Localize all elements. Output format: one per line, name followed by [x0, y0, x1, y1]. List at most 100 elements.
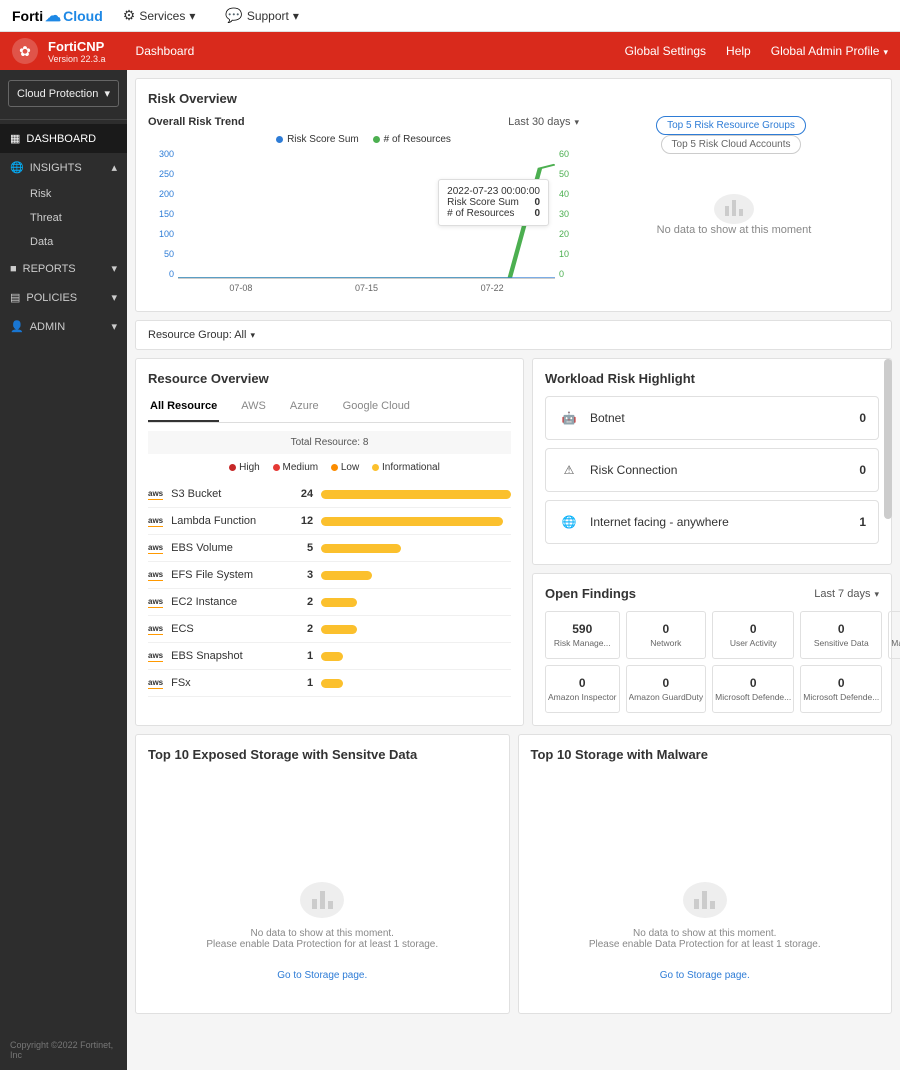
- breadcrumb[interactable]: Dashboard: [136, 44, 195, 58]
- finding-label: Amazon GuardDuty: [629, 692, 704, 702]
- workload-name: Risk Connection: [590, 463, 677, 477]
- nav-label: REPORTS: [23, 263, 76, 275]
- bars-icon: [300, 882, 344, 918]
- workload-item[interactable]: 🌐Internet facing - anywhere1: [545, 500, 879, 544]
- filter-label: Resource Group: All: [148, 329, 255, 341]
- finding-card[interactable]: 0Sensitive Data: [800, 611, 882, 659]
- finding-count: 0: [629, 676, 704, 690]
- finding-card[interactable]: 590Risk Manage...: [545, 611, 620, 659]
- finding-count: 0: [803, 622, 879, 636]
- global-settings-link[interactable]: Global Settings: [625, 44, 706, 58]
- top10-malware-title: Top 10 Storage with Malware: [531, 747, 880, 762]
- finding-card[interactable]: 0User Activity: [712, 611, 794, 659]
- finding-card[interactable]: 0Microsoft Defende...: [800, 665, 882, 713]
- resource-row[interactable]: awsEFS File System3: [148, 562, 511, 589]
- resource-count: 1: [289, 650, 313, 662]
- workload-name: Botnet: [590, 411, 625, 425]
- help-link[interactable]: Help: [726, 44, 751, 58]
- gear-icon: ⚙: [123, 7, 136, 24]
- nav-label: ADMIN: [30, 321, 65, 333]
- tooltip-time: 2022-07-23 00:00:00: [447, 186, 540, 197]
- workload-count: 0: [859, 411, 866, 425]
- resource-name: EFS File System: [171, 569, 281, 581]
- nav-insights-threat[interactable]: Threat: [0, 206, 127, 230]
- finding-count: 0: [629, 622, 704, 636]
- finding-count: 0: [715, 622, 791, 636]
- goto-storage-link[interactable]: Go to Storage page.: [531, 970, 880, 981]
- app-version: Version 22.3.a: [48, 54, 106, 64]
- goto-storage-link[interactable]: Go to Storage page.: [148, 970, 497, 981]
- top10-exposed-title: Top 10 Exposed Storage with Sensitve Dat…: [148, 747, 497, 762]
- resource-bar: [321, 571, 372, 580]
- resource-name: Lambda Function: [171, 515, 281, 527]
- services-menu[interactable]: ⚙Services▾: [123, 7, 196, 24]
- pill-top5-groups[interactable]: Top 5 Risk Resource Groups: [656, 116, 806, 135]
- open-findings-grid: 590Risk Manage...0Network0User Activity0…: [545, 611, 879, 713]
- trend-range-dropdown[interactable]: Last 30 days: [508, 116, 579, 128]
- resource-row[interactable]: awsS3 Bucket24: [148, 481, 511, 508]
- workload-panel: Workload Risk Highlight 🤖Botnet0⚠Risk Co…: [532, 358, 892, 565]
- profile-menu[interactable]: Global Admin Profile: [771, 44, 888, 58]
- finding-count: 0: [803, 676, 879, 690]
- finding-count: 0: [715, 676, 791, 690]
- dot-icon: [276, 136, 283, 143]
- top5-column: Top 5 Risk Resource Groups Top 5 Risk Cl…: [589, 116, 879, 299]
- workload-icon: 🌐: [558, 511, 580, 533]
- open-findings-title: Open Findings: [545, 586, 636, 601]
- sev-high: High: [239, 462, 260, 473]
- nav-admin[interactable]: 👤ADMIN▾: [0, 312, 127, 341]
- nav-policies[interactable]: ▤POLICIES▾: [0, 283, 127, 312]
- finding-count: 0: [891, 622, 900, 636]
- nodata-text: No data to show at this moment: [589, 224, 879, 236]
- logo: Forti☁Cloud: [12, 6, 103, 26]
- support-menu[interactable]: 💬Support▾: [225, 7, 299, 24]
- cloud-protection-label: Cloud Protection: [17, 88, 98, 100]
- resource-row[interactable]: awsECS2: [148, 616, 511, 643]
- workload-item[interactable]: ⚠Risk Connection0: [545, 448, 879, 492]
- legend-resources: # of Resources: [384, 134, 451, 145]
- workload-item[interactable]: 🤖Botnet0: [545, 396, 879, 440]
- bars-icon: [714, 194, 754, 224]
- resource-row[interactable]: awsLambda Function12: [148, 508, 511, 535]
- resource-count: 12: [289, 515, 313, 527]
- trend-label: Overall Risk Trend: [148, 116, 245, 128]
- tab-aws[interactable]: AWS: [239, 396, 268, 422]
- nav-insights[interactable]: 🌐INSIGHTS▴: [0, 153, 127, 182]
- enable-text: Please enable Data Protection for at lea…: [531, 939, 880, 950]
- finding-card[interactable]: 0Malware: [888, 611, 900, 659]
- finding-card[interactable]: 0 Amazon Inspector: [545, 665, 620, 713]
- nodata-text: No data to show at this moment.: [531, 928, 880, 939]
- nav-insights-data[interactable]: Data: [0, 230, 127, 254]
- aws-icon: aws: [148, 570, 163, 581]
- finding-label: Amazon Inspector: [548, 692, 617, 702]
- nav-reports[interactable]: ■REPORTS▾: [0, 254, 127, 283]
- tab-all[interactable]: All Resource: [148, 396, 219, 422]
- tab-azure[interactable]: Azure: [288, 396, 321, 422]
- scrollbar[interactable]: [884, 359, 892, 519]
- workload-name: Internet facing - anywhere: [590, 515, 729, 529]
- nav-insights-risk[interactable]: Risk: [0, 182, 127, 206]
- person-icon: 👤: [10, 320, 24, 333]
- nav-dashboard[interactable]: ▦DASHBOARD: [0, 124, 127, 153]
- aws-icon: aws: [148, 624, 163, 635]
- support-label: Support: [247, 9, 289, 23]
- cloud-protection-dropdown[interactable]: Cloud Protection▾: [8, 80, 119, 107]
- resource-count: 2: [289, 596, 313, 608]
- resource-row[interactable]: awsFSx1: [148, 670, 511, 697]
- finding-count: 0: [548, 676, 617, 690]
- finding-card[interactable]: 0Microsoft Defende...: [712, 665, 794, 713]
- nav-label: INSIGHTS: [30, 162, 82, 174]
- tab-gcp[interactable]: Google Cloud: [341, 396, 412, 422]
- resource-row[interactable]: awsEC2 Instance2: [148, 589, 511, 616]
- finding-card[interactable]: 0 Amazon GuardDuty: [626, 665, 707, 713]
- resource-row[interactable]: awsEBS Snapshot1: [148, 643, 511, 670]
- open-findings-range[interactable]: Last 7 days: [814, 588, 879, 600]
- x-axis: 07-0807-1507-22: [178, 283, 555, 299]
- sidebar: Cloud Protection▾ ▦DASHBOARD 🌐INSIGHTS▴ …: [0, 70, 127, 1070]
- resource-row[interactable]: awsEBS Volume5: [148, 535, 511, 562]
- pill-top5-accounts[interactable]: Top 5 Risk Cloud Accounts: [661, 135, 802, 154]
- folder-icon: ■: [10, 263, 17, 275]
- resource-group-filter[interactable]: Resource Group: All: [135, 320, 892, 350]
- dot-icon: [373, 136, 380, 143]
- finding-card[interactable]: 0Network: [626, 611, 707, 659]
